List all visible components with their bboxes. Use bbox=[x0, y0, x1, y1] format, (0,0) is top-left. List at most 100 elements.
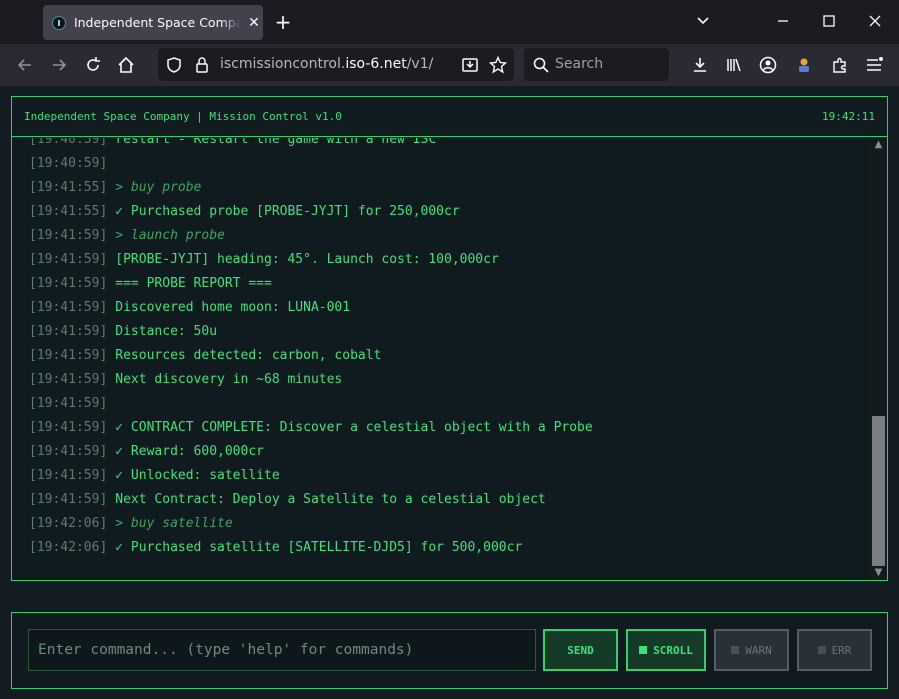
log-command: > launch probe bbox=[115, 228, 225, 243]
log-timestamp: [19:41:59] bbox=[29, 420, 108, 435]
account-icon[interactable] bbox=[756, 53, 780, 77]
tracking-shield-icon[interactable] bbox=[162, 53, 186, 77]
log-message: ✓ Purchased satellite [SATELLITE-DJD5] f… bbox=[115, 540, 523, 555]
err-filter-button[interactable]: ERR bbox=[797, 629, 872, 671]
log-timestamp: [19:41:59] bbox=[29, 348, 108, 363]
bookmark-star-icon[interactable] bbox=[486, 53, 510, 77]
err-indicator-icon bbox=[817, 646, 826, 654]
log-message: ✓ Reward: 600,000cr bbox=[115, 444, 264, 459]
tab-title: Independent Space Company: Mission Contr… bbox=[73, 15, 242, 30]
log-output[interactable]: [19:40:59] restart - Restart the game wit… bbox=[12, 138, 870, 580]
search-placeholder: Search bbox=[555, 56, 604, 72]
log-message: restart - Restart the game with a new IS… bbox=[115, 138, 437, 147]
scroll-up-icon[interactable]: ▲ bbox=[870, 138, 887, 152]
browser-tab-bar: Independent Space Company: Mission Contr… bbox=[0, 0, 899, 44]
warn-indicator-icon bbox=[731, 646, 740, 654]
log-line: [19:41:59] Next discovery in ~68 minutes bbox=[29, 368, 342, 392]
log-timestamp: [19:41:59] bbox=[29, 444, 108, 459]
log-line: [19:41:59] Discovered home moon: LUNA-001 bbox=[29, 296, 350, 320]
log-line: [19:41:59] ✓ Reward: 600,000cr bbox=[29, 440, 264, 464]
url-path: /v1/ bbox=[406, 56, 434, 72]
log-message: Next discovery in ~68 minutes bbox=[115, 372, 343, 387]
site-favicon-icon bbox=[52, 15, 66, 30]
log-timestamp: [19:41:55] bbox=[29, 204, 108, 219]
scroll-down-icon[interactable]: ▼ bbox=[870, 566, 887, 580]
log-timestamp: [19:41:59] bbox=[29, 372, 108, 387]
page-content: Independent Space Company | Mission Cont… bbox=[0, 86, 899, 699]
log-message: === PROBE REPORT === bbox=[115, 276, 272, 291]
log-line: [19:41:59] > launch probe bbox=[29, 224, 225, 248]
scroll-indicator-icon bbox=[639, 646, 648, 654]
log-scrollbar[interactable]: ▲ ▼ bbox=[870, 138, 887, 580]
scroll-toggle-button[interactable]: SCROLL bbox=[626, 629, 706, 671]
log-command: > buy satellite bbox=[115, 516, 233, 531]
log-timestamp: [19:41:59] bbox=[29, 468, 108, 483]
log-line: [19:41:59] Next Contract: Deploy a Satell… bbox=[29, 488, 546, 512]
lock-icon[interactable] bbox=[190, 53, 214, 77]
command-input[interactable] bbox=[28, 629, 536, 671]
log-message: Distance: 50u bbox=[115, 324, 218, 339]
url-host: iso-6.net bbox=[345, 56, 407, 72]
log-message: ✓ CONTRACT COMPLETE: Discover a celestia… bbox=[115, 420, 593, 435]
url-prefix: iscmissioncontrol. bbox=[220, 56, 346, 72]
log-message: ✓ Purchased probe [PROBE-JYJT] for 250,0… bbox=[115, 204, 460, 219]
console-clock: 19:42:11 bbox=[822, 110, 875, 123]
save-to-pocket-icon[interactable] bbox=[458, 53, 482, 77]
log-timestamp: [19:41:59] bbox=[29, 396, 108, 411]
console-title: Independent Space Company | Mission Cont… bbox=[24, 110, 342, 123]
tab-list-chevron-icon[interactable] bbox=[691, 10, 715, 34]
log-command: > buy probe bbox=[115, 180, 202, 195]
log-timestamp: [19:41:59] bbox=[29, 300, 108, 315]
extensions-puzzle-icon[interactable] bbox=[828, 53, 852, 77]
extension-avatar-icon[interactable] bbox=[792, 53, 816, 77]
log-timestamp: [19:41:55] bbox=[29, 180, 108, 195]
scroll-button-label: SCROLL bbox=[653, 643, 693, 657]
new-tab-icon[interactable]: + bbox=[272, 10, 294, 34]
warn-button-label: WARN bbox=[745, 643, 772, 657]
log-line: [19:42:06] > buy satellite bbox=[29, 512, 233, 536]
log-timestamp: [19:42:06] bbox=[29, 516, 108, 531]
log-message: Next Contract: Deploy a Satellite to a c… bbox=[115, 492, 546, 507]
log-line: [19:40:59] restart - Restart the game wit… bbox=[29, 138, 436, 152]
log-line: [19:41:59] [PROBE-JYJT] heading: 45°. Lau… bbox=[29, 248, 499, 272]
forward-arrow-icon[interactable] bbox=[47, 53, 71, 77]
scroll-thumb[interactable] bbox=[872, 416, 885, 566]
search-icon bbox=[529, 53, 553, 77]
send-button[interactable]: SEND bbox=[543, 629, 618, 671]
log-line: [19:41:55] ✓ Purchased probe [PROBE-JYJT]… bbox=[29, 200, 460, 224]
log-timestamp: [19:41:59] bbox=[29, 276, 108, 291]
log-line: [19:41:59] ✓ CONTRACT COMPLETE: Discover … bbox=[29, 416, 593, 440]
log-message: ✓ Unlocked: satellite bbox=[115, 468, 280, 483]
url-text[interactable]: iscmissioncontrol.iso-6.net/v1/ bbox=[220, 56, 433, 72]
browser-tab[interactable]: Independent Space Company: Mission Contr… bbox=[43, 5, 263, 40]
minimize-icon[interactable] bbox=[771, 10, 795, 34]
log-timestamp: [19:41:59] bbox=[29, 492, 108, 507]
home-icon[interactable] bbox=[114, 53, 138, 77]
err-button-label: ERR bbox=[831, 643, 852, 657]
log-timestamp: [19:41:59] bbox=[29, 252, 108, 267]
reload-icon[interactable] bbox=[81, 53, 105, 77]
maximize-icon[interactable] bbox=[817, 10, 841, 34]
log-message: Discovered home moon: LUNA-001 bbox=[115, 300, 351, 315]
log-message: [PROBE-JYJT] heading: 45°. Launch cost: … bbox=[115, 252, 499, 267]
log-message: Resources detected: carbon, cobalt bbox=[115, 348, 382, 363]
log-line: [19:42:06] ✓ Purchased satellite [SATELLI… bbox=[29, 536, 522, 560]
log-timestamp: [19:42:06] bbox=[29, 540, 108, 555]
close-tab-icon[interactable]: ✕ bbox=[245, 15, 263, 31]
library-icon[interactable] bbox=[722, 53, 746, 77]
menu-hamburger-icon[interactable] bbox=[862, 53, 886, 77]
log-line: [19:41:59] Distance: 50u bbox=[29, 320, 217, 344]
console-panel: Independent Space Company | Mission Cont… bbox=[11, 96, 888, 581]
log-timestamp: [19:40:59] bbox=[29, 138, 108, 147]
back-arrow-icon[interactable] bbox=[13, 53, 37, 77]
log-line: [19:41:59] bbox=[29, 392, 115, 416]
command-panel: SEND SCROLL WARN ERR bbox=[11, 612, 888, 689]
warn-filter-button[interactable]: WARN bbox=[714, 629, 789, 671]
log-line: [19:41:59] === PROBE REPORT === bbox=[29, 272, 272, 296]
log-timestamp: [19:40:59] bbox=[29, 156, 108, 171]
log-line: [19:41:55] > buy probe bbox=[29, 176, 201, 200]
downloads-icon[interactable] bbox=[688, 53, 712, 77]
close-window-icon[interactable] bbox=[863, 10, 887, 34]
console-header: Independent Space Company | Mission Cont… bbox=[12, 97, 887, 137]
log-line: [19:40:59] bbox=[29, 152, 115, 176]
